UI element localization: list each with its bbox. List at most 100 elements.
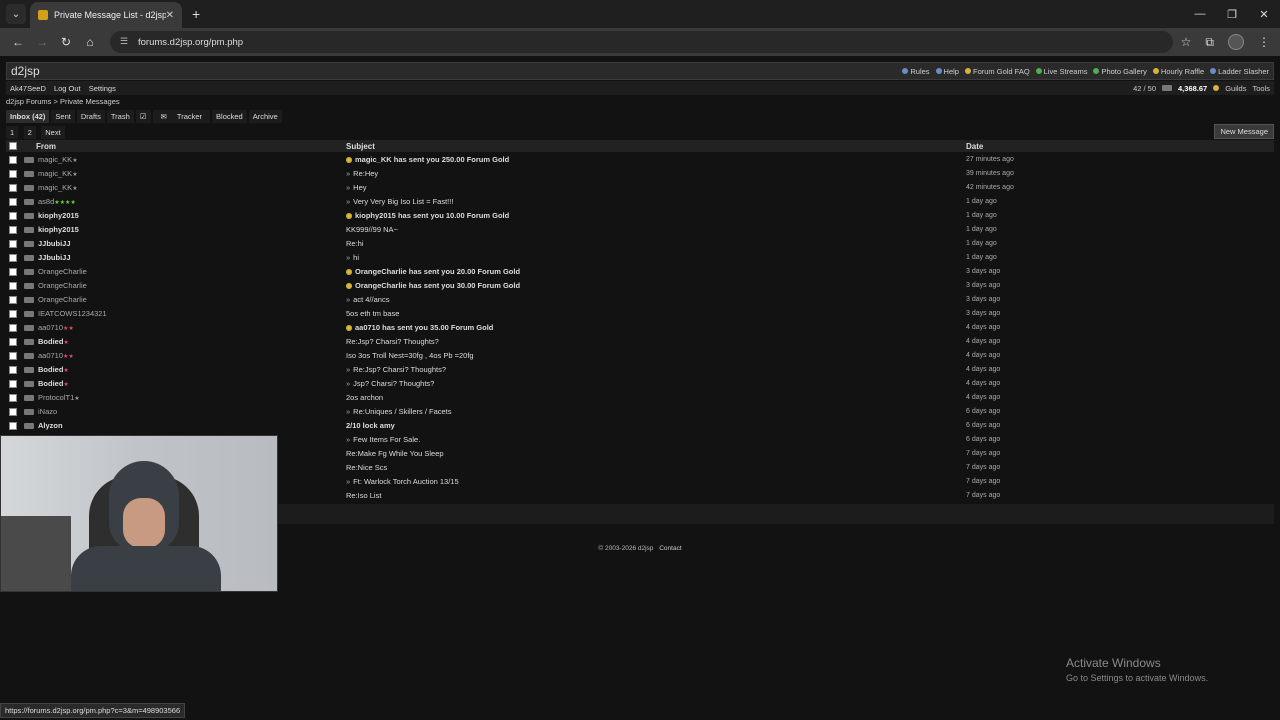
sender-link[interactable]: OrangeCharlie <box>38 267 87 276</box>
new-message-button[interactable]: New Message <box>1214 123 1274 139</box>
table-row[interactable]: JJbubiJJ Re:hi 1 day ago <box>6 236 1274 250</box>
sender-link[interactable]: JJbubiJJ <box>38 253 71 262</box>
table-row[interactable]: kiophy2015 KK999//99 NA~ 1 day ago <box>6 222 1274 236</box>
address-bar[interactable]: ☰ forums.d2jsp.org/pm.php <box>110 31 1173 53</box>
tab-list-icon[interactable]: ⌄ <box>6 4 26 24</box>
subject-link[interactable]: OrangeCharlie has sent you 30.00 Forum G… <box>355 281 520 290</box>
table-row[interactable]: IEATCOWS1234321 5os eth tm base 3 days ago <box>6 306 1274 320</box>
subject-link[interactable]: Re:Jsp? Charsi? Thoughts? <box>353 365 446 374</box>
sender-link[interactable]: kiophy2015 <box>38 225 79 234</box>
restore-icon[interactable]: ❐ <box>1216 0 1248 28</box>
table-row[interactable]: OrangeCharlie OrangeCharlie has sent you … <box>6 264 1274 278</box>
close-tab-icon[interactable]: ✕ <box>166 10 174 21</box>
window-close-icon[interactable]: ✕ <box>1248 0 1280 28</box>
bookmark-star-icon[interactable]: ☆ <box>1181 35 1192 49</box>
back-icon[interactable]: ← <box>6 30 30 54</box>
table-row[interactable]: iNazo» Re:Uniques / Skillers / Facets 6 da… <box>6 404 1274 418</box>
page-1[interactable]: 1 <box>6 126 19 139</box>
row-checkbox[interactable] <box>9 351 17 360</box>
sender-link[interactable]: aa0710 <box>38 323 63 332</box>
table-row[interactable]: ProtocolT1★ 2os archon 4 days ago <box>6 390 1274 404</box>
row-checkbox[interactable] <box>9 281 17 290</box>
table-row[interactable]: magic_KK★ magic_KK has sent you 250.00 Fo… <box>6 152 1274 166</box>
sender-link[interactable]: Alyzon <box>38 421 63 430</box>
subject-link[interactable]: Re:Uniques / Skillers / Facets <box>353 407 451 416</box>
row-checkbox[interactable] <box>9 197 17 206</box>
row-checkbox[interactable] <box>9 295 17 304</box>
row-checkbox[interactable] <box>9 393 17 402</box>
table-row[interactable]: kiophy2015 kiophy2015 has sent you 10.00 … <box>6 208 1274 222</box>
table-row[interactable]: aa0710★★ Iso 3os Troll Nest=30fg , 4os Pb… <box>6 348 1274 362</box>
tab-sent[interactable]: Sent <box>51 109 75 123</box>
subject-link[interactable]: Iso 3os Troll Nest=30fg , 4os Pb =20fg <box>346 351 474 360</box>
sender-link[interactable]: magic_KK <box>38 169 72 178</box>
site-info-icon[interactable]: ☰ <box>120 36 132 48</box>
extensions-icon[interactable]: ⧉ <box>1205 35 1214 50</box>
crumb-private-messages[interactable]: Private Messages <box>60 97 120 106</box>
reload-icon[interactable]: ↻ <box>54 30 78 54</box>
sender-link[interactable]: magic_KK <box>38 155 72 164</box>
select-all-checkbox[interactable] <box>9 142 17 151</box>
subject-link[interactable]: Re:Make Fg While You Sleep <box>346 449 444 458</box>
subject-link[interactable]: Very Very Big Iso List = Fast!!! <box>353 197 453 206</box>
tab-archive[interactable]: Archive <box>248 109 282 123</box>
page-2[interactable]: 2 <box>23 126 36 139</box>
subject-link[interactable]: act 4//ancs <box>353 295 389 304</box>
table-row[interactable]: OrangeCharlie OrangeCharlie has sent you … <box>6 278 1274 292</box>
subject-link[interactable]: magic_KK has sent you 250.00 Forum Gold <box>355 155 509 164</box>
row-checkbox[interactable] <box>9 267 17 276</box>
row-checkbox[interactable] <box>9 365 17 374</box>
table-row[interactable]: magic_KK★» Re:Hey 39 minutes ago <box>6 166 1274 180</box>
forward-icon[interactable]: → <box>30 30 54 54</box>
row-checkbox[interactable] <box>9 239 17 248</box>
row-checkbox[interactable] <box>9 225 17 234</box>
row-checkbox[interactable] <box>9 211 17 220</box>
sender-link[interactable]: IEATCOWS1234321 <box>38 309 107 318</box>
subject-link[interactable]: Re:hi <box>346 239 364 248</box>
subject-link[interactable]: 2os archon <box>346 393 383 402</box>
sender-link[interactable]: OrangeCharlie <box>38 281 87 290</box>
sender-link[interactable]: JJbubiJJ <box>38 239 71 248</box>
home-icon[interactable]: ⌂ <box>78 30 102 54</box>
sender-link[interactable]: kiophy2015 <box>38 211 79 220</box>
row-checkbox[interactable] <box>9 309 17 318</box>
table-row[interactable]: OrangeCharlie» act 4//ancs 3 days ago <box>6 292 1274 306</box>
table-row[interactable]: Bodied★» Jsp? Charsi? Thoughts? 4 days ago <box>6 376 1274 390</box>
row-checkbox[interactable] <box>9 253 17 262</box>
row-checkbox[interactable] <box>9 407 17 416</box>
guilds-link[interactable]: Guilds <box>1225 84 1246 93</box>
table-row[interactable]: Bodied★» Re:Jsp? Charsi? Thoughts? 4 days … <box>6 362 1274 376</box>
subject-link[interactable]: kiophy2015 has sent you 10.00 Forum Gold <box>355 211 509 220</box>
table-row[interactable]: aa0710★★ aa0710 has sent you 35.00 Forum … <box>6 320 1274 334</box>
subject-link[interactable]: OrangeCharlie has sent you 20.00 Forum G… <box>355 267 520 276</box>
tools-link[interactable]: Tools <box>1252 84 1270 93</box>
page-next[interactable]: Next <box>41 126 65 139</box>
table-row[interactable]: magic_KK★» Hey 42 minutes ago <box>6 180 1274 194</box>
table-row[interactable]: JJbubiJJ» hi 1 day ago <box>6 250 1274 264</box>
row-checkbox[interactable] <box>9 323 17 332</box>
subject-link[interactable]: 2/10 lock amy <box>346 421 395 430</box>
tab-drafts[interactable]: Drafts <box>76 109 105 123</box>
sender-link[interactable]: Bodied <box>38 337 63 346</box>
new-tab-icon[interactable]: + <box>192 6 200 22</box>
row-checkbox[interactable] <box>9 155 17 164</box>
settings-link[interactable]: Settings <box>89 84 116 93</box>
sender-link[interactable]: magic_KK <box>38 183 72 192</box>
tab-tracker[interactable]: ✉ Tracker <box>152 109 211 123</box>
envelope-icon[interactable] <box>1162 85 1173 91</box>
sender-link[interactable]: iNazo <box>38 407 57 416</box>
table-row[interactable]: as8d★★★★» Very Very Big Iso List = Fast!!… <box>6 194 1274 208</box>
subject-link[interactable]: Ft: Warlock Torch Auction 13/15 <box>353 477 458 486</box>
site-logo[interactable]: d2jsp <box>11 64 40 78</box>
table-row[interactable]: Bodied★ Re:Jsp? Charsi? Thoughts? 4 days a… <box>6 334 1274 348</box>
checkmark-icon[interactable]: ☑ <box>135 109 151 123</box>
link-hourly-raffle[interactable]: Hourly Raffle <box>1152 67 1204 76</box>
username-link[interactable]: Ak47SeeD <box>10 84 46 93</box>
subject-link[interactable]: KK999//99 NA~ <box>346 225 398 234</box>
browser-tab[interactable]: Private Message List - d2jsp ✕ <box>30 2 182 28</box>
row-checkbox[interactable] <box>9 337 17 346</box>
link-forum-gold-faq[interactable]: Forum Gold FAQ <box>964 67 1030 76</box>
subject-link[interactable]: 5os eth tm base <box>346 309 399 318</box>
link-ladder-slasher[interactable]: Ladder Slasher <box>1210 67 1269 76</box>
menu-dots-icon[interactable]: ⋮ <box>1258 35 1270 49</box>
